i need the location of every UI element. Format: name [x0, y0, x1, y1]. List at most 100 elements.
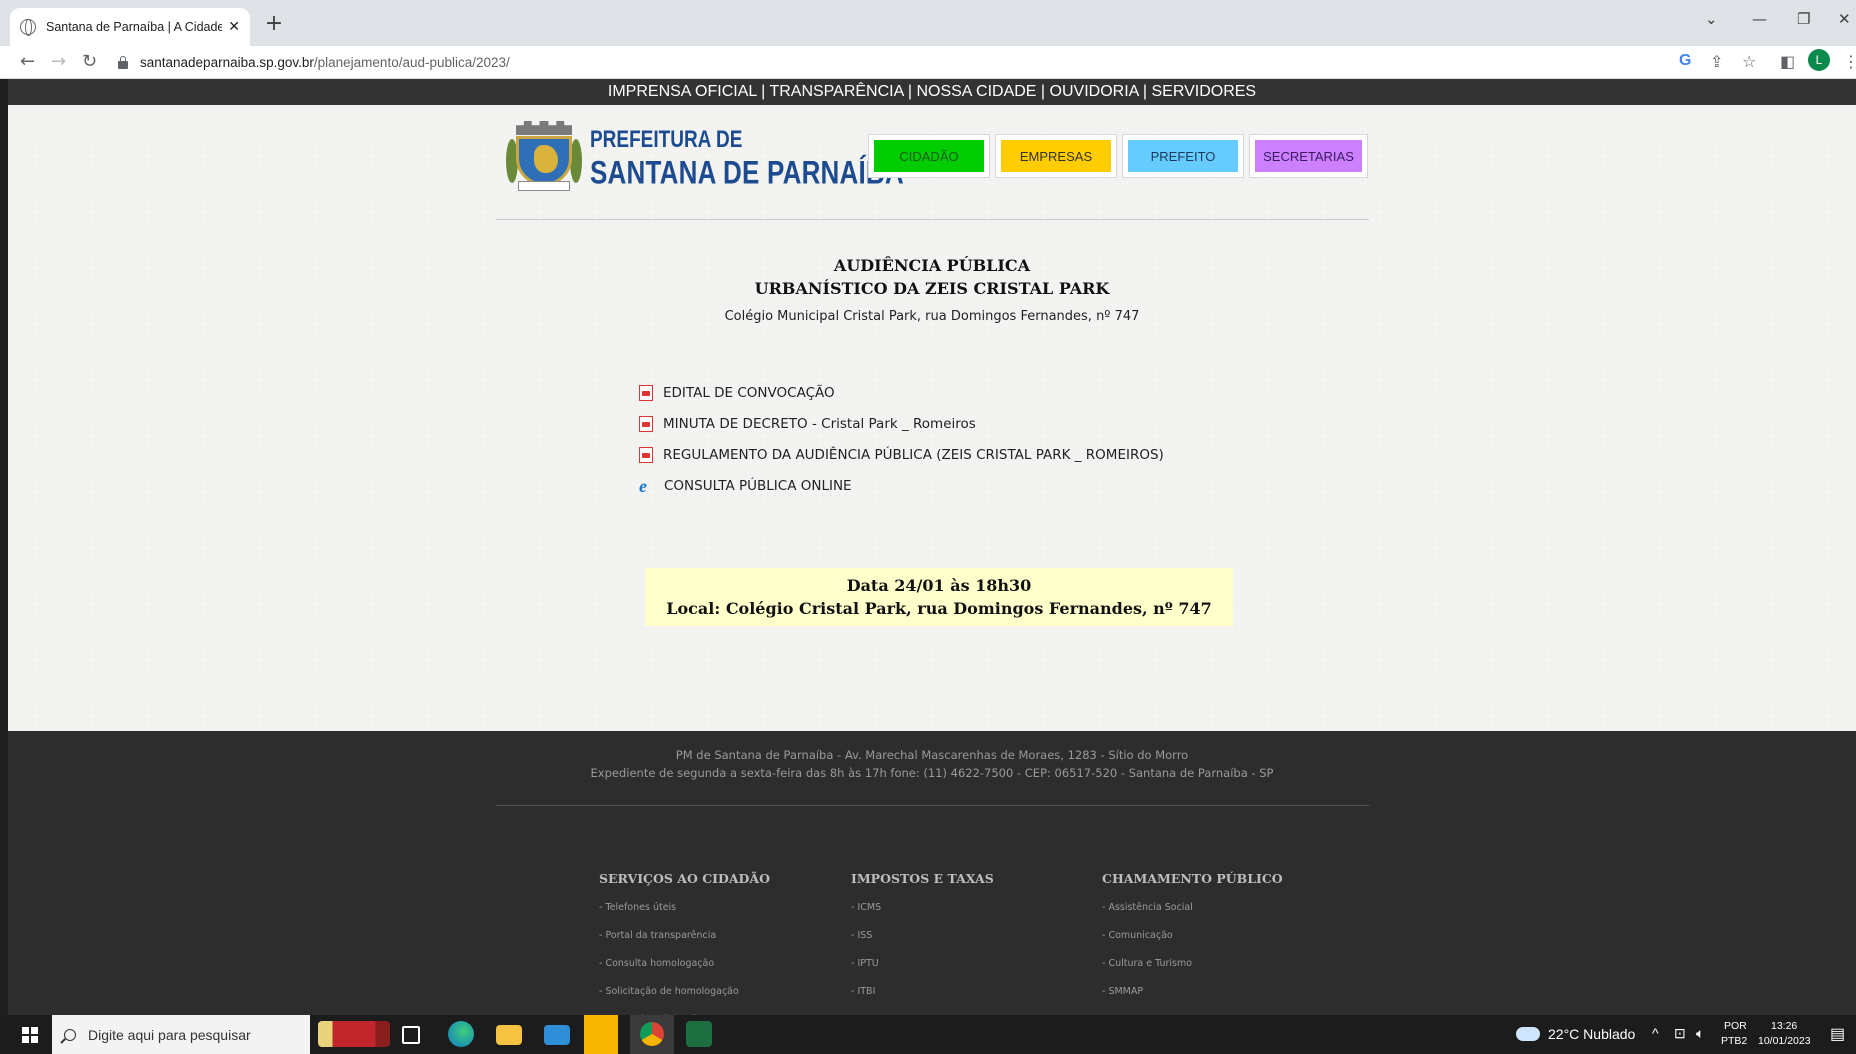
event-place: Local: Colégio Cristal Park, rua Domingo… [666, 599, 1212, 618]
pdf-icon [639, 447, 653, 463]
language-code[interactable]: POR [1724, 1020, 1747, 1032]
footer-link[interactable]: - Assistência Social [1102, 894, 1283, 922]
browser-toolbar: ← → ↻ santanadeparnaiba.sp.gov.br/planej… [0, 46, 1856, 79]
footer-link[interactable]: - Portal da transparência [599, 922, 770, 950]
footer-link[interactable]: - Solicitação de homologação [599, 978, 770, 1006]
footer-column-servicos: SERVIÇOS AO CIDADÃO - Telefones úteis - … [599, 871, 770, 1015]
back-icon[interactable]: ← [20, 51, 35, 72]
logo-line2: SANTANA DE PARNAÍBA [590, 153, 904, 191]
google-translate-icon[interactable]: G [1679, 52, 1691, 70]
keyboard-layout[interactable]: PTB2 [1721, 1035, 1747, 1047]
forward-icon[interactable]: → [51, 51, 66, 72]
doc-link-label[interactable]: MINUTA DE DECRETO - Cristal Park _ Romei… [663, 416, 976, 432]
volume-icon[interactable]: 🔈︎ [1696, 1025, 1704, 1042]
event-date: Data 24/01 às 18h30 [846, 576, 1032, 595]
site-footer: PM de Santana de Parnaíba - Av. Marechal… [8, 731, 1856, 1015]
pdf-icon [639, 385, 653, 401]
footer-link[interactable]: - ITBI [851, 978, 994, 1006]
lock-icon[interactable] [118, 55, 128, 69]
nav-empresas-frame: EMPRESAS [995, 134, 1117, 178]
tab-search-icon[interactable]: ⌄ [1705, 10, 1718, 28]
taskbar-search[interactable]: Digite aqui para pesquisar [52, 1015, 310, 1054]
side-panel-icon[interactable]: ◧ [1780, 52, 1795, 71]
footer-link[interactable]: - Comunicação [1102, 922, 1283, 950]
footer-address: PM de Santana de Parnaíba - Av. Marechal… [675, 748, 1189, 762]
browser-tabstrip: Santana de Parnaíba | A Cidade c ✕ + ⌄ —… [0, 0, 1856, 46]
reload-icon[interactable]: ↻ [82, 51, 97, 72]
tray-expand-icon[interactable]: ^ [1652, 1025, 1659, 1041]
profile-avatar[interactable]: L [1808, 49, 1830, 71]
footer-link[interactable]: - IPTU [851, 950, 994, 978]
doc-link-label[interactable]: EDITAL DE CONVOCAÇÃO [663, 385, 835, 401]
weather-text[interactable]: 22°C Nublado [1548, 1026, 1635, 1042]
minimize-icon[interactable]: — [1752, 10, 1767, 28]
doc-link-consulta[interactable]: e CONSULTA PÚBLICA ONLINE [639, 476, 852, 496]
doc-link-regulamento[interactable]: REGULAMENTO DA AUDIÊNCIA PÚBLICA (ZEIS C… [639, 447, 1164, 463]
windows-taskbar: Digite aqui para pesquisar 22°C Nublado … [0, 1015, 1856, 1054]
sticky-notes-icon[interactable] [584, 1015, 618, 1054]
page-subtitle: URBANÍSTICO DA ZEIS CRISTAL PARK [754, 279, 1110, 298]
footer-divider [496, 805, 1369, 806]
footer-link[interactable]: - Consulta homologação [599, 950, 770, 978]
footer-link[interactable]: - ISS [851, 922, 994, 950]
footer-link[interactable]: - ICMS [851, 894, 994, 922]
clock-time[interactable]: 13:26 [1771, 1020, 1797, 1032]
window-close-icon[interactable]: ✕ [1838, 10, 1851, 28]
chrome-taskbar-slot[interactable] [630, 1015, 674, 1054]
footer-column-chamamento: CHAMAMENTO PÚBLICO - Assistência Social … [1102, 871, 1283, 1006]
windows-start-icon[interactable] [22, 1027, 38, 1043]
top-navigation: IMPRENSA OFICIAL | TRANSPARÊNCIA | NOSSA… [8, 79, 1856, 105]
cloud-icon [1516, 1027, 1540, 1041]
nav-cidadao-button[interactable]: CIDADÃO [874, 140, 984, 172]
news-widget-icon[interactable] [318, 1021, 390, 1047]
doc-link-minuta[interactable]: MINUTA DE DECRETO - Cristal Park _ Romei… [639, 416, 976, 432]
search-icon [64, 1028, 76, 1041]
chrome-icon [640, 1022, 664, 1046]
notifications-icon[interactable]: ▤ [1830, 1024, 1845, 1044]
footer-link[interactable]: - Telefones úteis [599, 894, 770, 922]
event-info-box: Data 24/01 às 18h30 Local: Colégio Crist… [645, 568, 1233, 626]
footer-column-title: CHAMAMENTO PÚBLICO [1102, 871, 1283, 886]
footer-column-title: IMPOSTOS E TAXAS [851, 871, 994, 886]
footer-column-title: SERVIÇOS AO CIDADÃO [599, 871, 770, 886]
coat-of-arms-icon [504, 121, 584, 193]
mail-icon[interactable] [544, 1025, 570, 1045]
close-tab-icon[interactable]: ✕ [228, 19, 240, 35]
footer-hours: Expediente de segunda a sexta-feira das … [590, 766, 1274, 780]
logo-line1: PREFEITURA DE [590, 126, 743, 153]
header-divider [496, 219, 1369, 220]
new-tab-button[interactable]: + [260, 10, 288, 38]
nav-secretarias-frame: SECRETARIAS [1249, 134, 1368, 178]
excel-icon[interactable] [686, 1021, 712, 1047]
footer-link[interactable]: - Cultura e Turismo [1102, 950, 1283, 978]
url-path: /planejamento/aud-publica/2023/ [313, 55, 510, 70]
menu-icon[interactable]: ⋮ [1843, 52, 1856, 71]
web-page: IMPRENSA OFICIAL | TRANSPARÊNCIA | NOSSA… [8, 79, 1856, 1015]
task-view-icon[interactable] [402, 1026, 420, 1044]
restore-icon[interactable]: ❐ [1797, 10, 1810, 28]
browser-tab[interactable]: Santana de Parnaíba | A Cidade c ✕ [10, 8, 250, 46]
nav-secretarias-button[interactable]: SECRETARIAS [1255, 140, 1362, 172]
doc-link-edital[interactable]: EDITAL DE CONVOCAÇÃO [639, 385, 835, 401]
globe-icon [20, 19, 36, 36]
site-logo[interactable]: PREFEITURA DE SANTANA DE PARNAÍBA [504, 121, 904, 193]
page-title: AUDIÊNCIA PÚBLICA [833, 256, 1031, 275]
top-navigation-links[interactable]: IMPRENSA OFICIAL | TRANSPARÊNCIA | NOSSA… [608, 83, 1256, 100]
network-icon[interactable]: ⊡ [1674, 1025, 1686, 1042]
doc-link-label[interactable]: REGULAMENTO DA AUDIÊNCIA PÚBLICA (ZEIS C… [663, 447, 1164, 463]
nav-prefeito-button[interactable]: PREFEITO [1128, 140, 1238, 172]
web-link-icon: e [639, 476, 647, 496]
nav-empresas-button[interactable]: EMPRESAS [1001, 140, 1111, 172]
file-explorer-icon[interactable] [496, 1025, 522, 1045]
share-icon[interactable]: ⇪ [1710, 52, 1723, 71]
footer-link[interactable]: - Protocolo solicitação [599, 1006, 770, 1015]
bookmark-star-icon[interactable]: ☆ [1742, 52, 1756, 71]
nav-prefeito-frame: PREFEITO [1122, 134, 1244, 178]
edge-icon[interactable] [448, 1021, 474, 1047]
footer-link[interactable]: - SMMAP [1102, 978, 1283, 1006]
doc-link-label[interactable]: CONSULTA PÚBLICA ONLINE [664, 478, 852, 494]
clock-date[interactable]: 10/01/2023 [1758, 1035, 1811, 1047]
address-bar[interactable]: santanadeparnaiba.sp.gov.br/planejamento… [110, 49, 1680, 76]
url-domain: santanadeparnaiba.sp.gov.br [140, 55, 314, 70]
nav-cidadao-frame: CIDADÃO [868, 134, 990, 178]
